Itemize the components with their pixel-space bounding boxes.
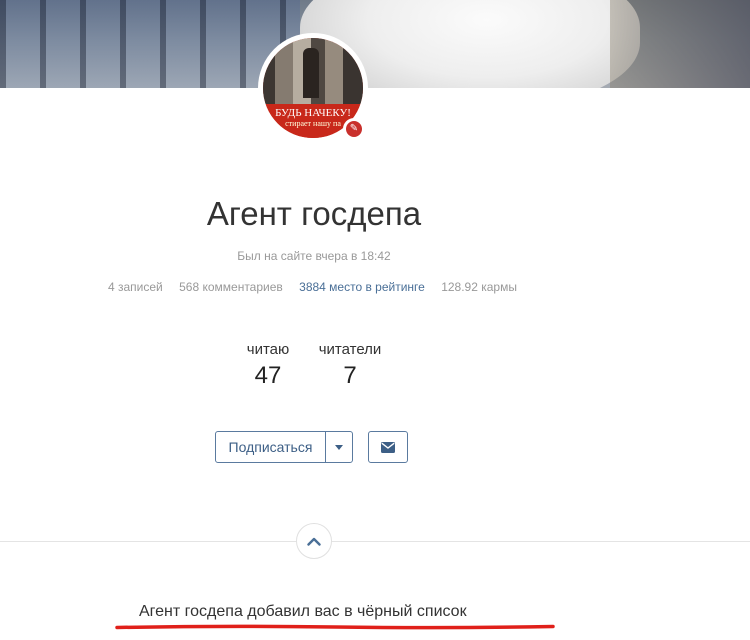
- profile-name: Агент госдепа: [206, 195, 422, 232]
- message-button[interactable]: [368, 431, 408, 463]
- following-count: 47: [254, 362, 282, 389]
- followers-count: 7: [343, 362, 357, 389]
- posts-count[interactable]: 4 записей: [108, 280, 163, 294]
- envelope-icon: [381, 441, 395, 453]
- profile-stats: 4 записей 568 комментариев 3884 место в …: [108, 280, 530, 294]
- subscribe-dropdown-button[interactable]: [326, 432, 352, 462]
- notice-underline: [115, 624, 555, 630]
- following-label: читаю: [246, 341, 290, 358]
- chevron-up-icon: [307, 537, 321, 546]
- blacklist-notice: Агент госдепа добавил вас в чёрный списо…: [139, 603, 467, 620]
- collapse-button[interactable]: [296, 523, 332, 559]
- followers-label: читатели: [318, 341, 382, 358]
- karma-value: 128.92 кармы: [441, 280, 517, 294]
- subscribe-button[interactable]: Подписаться: [216, 432, 326, 462]
- subscribe-button-group: Подписаться: [215, 431, 353, 463]
- following-block[interactable]: читаю 47: [240, 341, 296, 390]
- pencil-icon: ✎: [346, 121, 362, 137]
- cover-image: [0, 0, 750, 88]
- followers-block[interactable]: читатели 7: [312, 341, 388, 390]
- caret-down-icon: [335, 444, 343, 450]
- rating-link[interactable]: 3884 место в рейтинге: [299, 280, 425, 294]
- comments-count[interactable]: 568 комментариев: [179, 280, 283, 294]
- edit-avatar-button[interactable]: ✎: [343, 118, 365, 140]
- section-divider: [0, 541, 750, 542]
- avatar-banner-text: БУДЬ НАЧЕКУ!: [275, 107, 351, 119]
- last-seen: Был на сайте вчера в 18:42: [237, 249, 391, 263]
